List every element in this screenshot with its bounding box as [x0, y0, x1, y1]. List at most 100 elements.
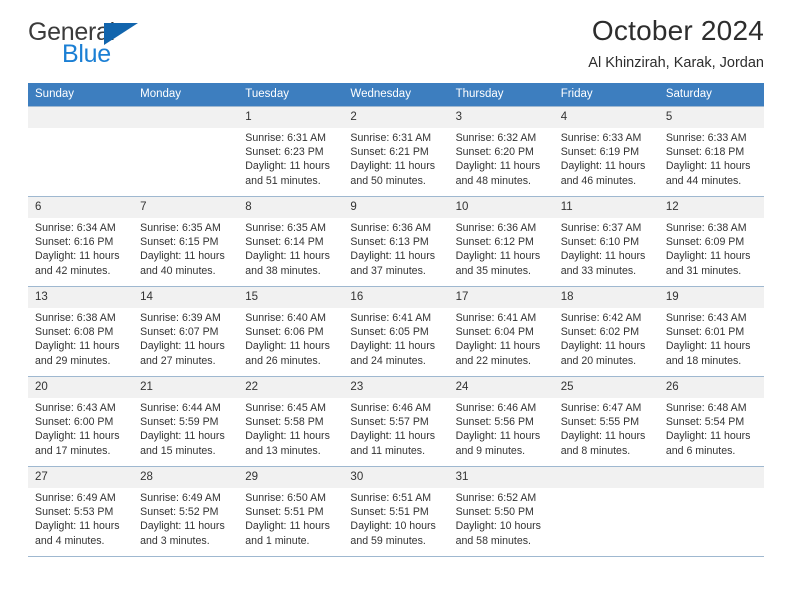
sunrise-text: Sunrise: 6:49 AM: [140, 492, 221, 504]
sunset-text: Sunset: 6:04 PM: [455, 326, 534, 339]
day-number: 3: [448, 107, 554, 128]
sunrise-text: Sunrise: 6:46 AM: [350, 402, 432, 414]
calendar-day-cell[interactable]: 12 Sunrise: 6:38 AM Sunset: 6:09 PM Dayligh…: [658, 196, 764, 287]
calendar-day-cell[interactable]: 2 Sunrise: 6:31 AM Sunset: 6:21 PM Daylight…: [343, 106, 449, 197]
calendar-day-cell[interactable]: 3 Sunrise: 6:32 AM Sunset: 6:20 PM Daylight…: [448, 106, 554, 197]
calendar-day-cell[interactable]: 6 Sunrise: 6:34 AM Sunset: 6:16 PM Daylight…: [28, 196, 134, 287]
day-details: Sunrise: 6:41 AM Sunset: 6:05 PM Daylight:…: [343, 308, 448, 368]
daylight-text: Daylight: 11 hours and 17 minutes.: [35, 430, 120, 457]
daylight-text: Daylight: 11 hours and 3 minutes.: [140, 520, 225, 547]
sunrise-text: Sunrise: 6:36 AM: [350, 222, 432, 234]
day-number: 12: [658, 197, 764, 218]
sunrise-text: Sunrise: 6:39 AM: [140, 312, 221, 324]
weekday-header-wednesday: Wednesday: [343, 83, 449, 107]
sunrise-text: Sunrise: 6:51 AM: [350, 492, 432, 504]
sunrise-text: Sunrise: 6:43 AM: [35, 402, 116, 414]
day-details: Sunrise: 6:31 AM Sunset: 6:23 PM Daylight:…: [238, 128, 343, 188]
calendar-day-cell[interactable]: 15 Sunrise: 6:40 AM Sunset: 6:06 PM Dayligh…: [238, 286, 344, 377]
calendar-day-cell[interactable]: 28 Sunrise: 6:49 AM Sunset: 5:52 PM Dayligh…: [133, 466, 239, 557]
day-details: Sunrise: 6:52 AM Sunset: 5:50 PM Daylight:…: [449, 488, 554, 548]
calendar-day-cell[interactable]: 14 Sunrise: 6:39 AM Sunset: 6:07 PM Dayligh…: [133, 286, 239, 377]
daylight-text: Daylight: 10 hours and 59 minutes.: [350, 520, 436, 547]
calendar-day-cell[interactable]: 17 Sunrise: 6:41 AM Sunset: 6:04 PM Dayligh…: [448, 286, 554, 377]
weekday-header-row: Sunday Monday Tuesday Wednesday Thursday…: [28, 83, 764, 107]
daylight-text: Daylight: 11 hours and 29 minutes.: [35, 340, 120, 367]
calendar-day-cell[interactable]: 21 Sunrise: 6:44 AM Sunset: 5:59 PM Dayligh…: [133, 376, 239, 467]
calendar-day-cell[interactable]: 5 Sunrise: 6:33 AM Sunset: 6:18 PM Daylight…: [658, 106, 764, 197]
calendar-day-cell[interactable]: 29 Sunrise: 6:50 AM Sunset: 5:51 PM Dayligh…: [238, 466, 344, 557]
day-details: Sunrise: 6:33 AM Sunset: 6:19 PM Daylight:…: [554, 128, 659, 188]
day-number: 28: [133, 467, 239, 488]
calendar-day-cell[interactable]: 31 Sunrise: 6:52 AM Sunset: 5:50 PM Dayligh…: [448, 466, 554, 557]
sunset-text: Sunset: 6:13 PM: [350, 236, 429, 249]
calendar-day-cell[interactable]: 19 Sunrise: 6:43 AM Sunset: 6:01 PM Dayligh…: [658, 286, 764, 377]
day-number: 4: [553, 107, 659, 128]
sunset-text: Sunset: 5:52 PM: [140, 506, 219, 519]
sunset-text: Sunset: 6:12 PM: [455, 236, 534, 249]
day-number: 6: [28, 197, 134, 218]
day-details: Sunrise: 6:42 AM Sunset: 6:02 PM Daylight:…: [554, 308, 659, 368]
sunrise-text: Sunrise: 6:36 AM: [455, 222, 537, 234]
sunrise-sunset-calendar-table: Sunday Monday Tuesday Wednesday Thursday…: [28, 83, 764, 557]
sunset-text: Sunset: 6:20 PM: [455, 146, 534, 159]
sunrise-text: Sunrise: 6:47 AM: [560, 402, 642, 414]
sunset-text: Sunset: 5:53 PM: [35, 506, 114, 519]
daylight-text: Daylight: 11 hours and 22 minutes.: [455, 340, 541, 367]
calendar-day-cell[interactable]: 22 Sunrise: 6:45 AM Sunset: 5:58 PM Dayligh…: [238, 376, 344, 467]
calendar-day-cell[interactable]: 23 Sunrise: 6:46 AM Sunset: 5:57 PM Dayligh…: [343, 376, 449, 467]
day-number: 13: [28, 287, 134, 308]
calendar-day-cell[interactable]: 1 Sunrise: 6:31 AM Sunset: 6:23 PM Daylight…: [238, 106, 344, 197]
calendar-header-row-group: Sunday Monday Tuesday Wednesday Thursday…: [28, 83, 764, 107]
calendar-day-cell[interactable]: 10 Sunrise: 6:36 AM Sunset: 6:12 PM Dayligh…: [448, 196, 554, 287]
day-number: 7: [133, 197, 239, 218]
day-number: 26: [658, 377, 764, 398]
sunrise-text: Sunrise: 6:31 AM: [245, 132, 326, 144]
calendar-day-cell[interactable]: 24 Sunrise: 6:46 AM Sunset: 5:56 PM Dayligh…: [448, 376, 554, 467]
calendar-day-cell[interactable]: 4 Sunrise: 6:33 AM Sunset: 6:19 PM Daylight…: [553, 106, 659, 197]
page-title: October 2024: [591, 15, 764, 46]
day-details: Sunrise: 6:45 AM Sunset: 5:58 PM Daylight:…: [238, 398, 343, 458]
calendar-day-cell[interactable]: 9 Sunrise: 6:36 AM Sunset: 6:13 PM Daylight…: [343, 196, 449, 287]
daylight-text: Daylight: 11 hours and 33 minutes.: [560, 250, 646, 277]
daylight-text: Daylight: 11 hours and 48 minutes.: [455, 160, 541, 187]
day-number: [28, 107, 134, 128]
calendar-day-cell[interactable]: 26 Sunrise: 6:48 AM Sunset: 5:54 PM Dayligh…: [658, 376, 764, 467]
day-details: Sunrise: 6:37 AM Sunset: 6:10 PM Daylight:…: [554, 218, 659, 278]
page-header: General Blue October 2024 Al Khinzirah, …: [28, 0, 764, 78]
sunrise-text: Sunrise: 6:32 AM: [455, 132, 537, 144]
sunrise-text: Sunrise: 6:41 AM: [350, 312, 432, 324]
calendar-day-cell[interactable]: 11 Sunrise: 6:37 AM Sunset: 6:10 PM Dayligh…: [553, 196, 659, 287]
logo-triangle-icon: [104, 23, 138, 45]
calendar-day-cell[interactable]: 16 Sunrise: 6:41 AM Sunset: 6:05 PM Dayligh…: [343, 286, 449, 377]
sunset-text: Sunset: 6:08 PM: [35, 326, 114, 339]
day-details: Sunrise: 6:38 AM Sunset: 6:08 PM Daylight:…: [28, 308, 133, 368]
calendar-day-cell[interactable]: 30 Sunrise: 6:51 AM Sunset: 5:51 PM Dayligh…: [343, 466, 449, 557]
calendar-day-cell[interactable]: 13 Sunrise: 6:38 AM Sunset: 6:08 PM Dayligh…: [28, 286, 134, 377]
sunset-text: Sunset: 6:01 PM: [665, 326, 745, 339]
day-number: 16: [343, 287, 449, 308]
sunrise-text: Sunrise: 6:45 AM: [245, 402, 326, 414]
day-details: Sunrise: 6:41 AM Sunset: 6:04 PM Daylight:…: [449, 308, 554, 368]
day-number: 19: [658, 287, 764, 308]
sunset-text: Sunset: 6:21 PM: [350, 146, 429, 159]
day-details: Sunrise: 6:33 AM Sunset: 6:18 PM Daylight:…: [659, 128, 764, 188]
day-details: Sunrise: 6:40 AM Sunset: 6:06 PM Daylight:…: [238, 308, 343, 368]
day-number: 14: [133, 287, 239, 308]
calendar-day-cell-empty: [658, 466, 764, 557]
daylight-text: Daylight: 11 hours and 31 minutes.: [665, 250, 751, 277]
sunset-text: Sunset: 6:23 PM: [245, 146, 324, 159]
calendar-day-cell-empty: [28, 106, 134, 197]
sunset-text: Sunset: 5:56 PM: [455, 416, 534, 429]
calendar-day-cell[interactable]: 7 Sunrise: 6:35 AM Sunset: 6:15 PM Daylight…: [133, 196, 239, 287]
sunrise-text: Sunrise: 6:31 AM: [350, 132, 432, 144]
calendar-day-cell[interactable]: 25 Sunrise: 6:47 AM Sunset: 5:55 PM Dayligh…: [553, 376, 659, 467]
day-number: 11: [553, 197, 659, 218]
calendar-day-cell[interactable]: 18 Sunrise: 6:42 AM Sunset: 6:02 PM Dayligh…: [553, 286, 659, 377]
day-details: Sunrise: 6:36 AM Sunset: 6:13 PM Daylight:…: [343, 218, 448, 278]
calendar-day-cell[interactable]: 20 Sunrise: 6:43 AM Sunset: 6:00 PM Dayligh…: [28, 376, 134, 467]
day-number: 30: [343, 467, 449, 488]
sunrise-text: Sunrise: 6:49 AM: [35, 492, 116, 504]
calendar-day-cell[interactable]: 27 Sunrise: 6:49 AM Sunset: 5:53 PM Dayligh…: [28, 466, 134, 557]
calendar-day-cell[interactable]: 8 Sunrise: 6:35 AM Sunset: 6:14 PM Daylight…: [238, 196, 344, 287]
daylight-text: Daylight: 11 hours and 46 minutes.: [560, 160, 646, 187]
